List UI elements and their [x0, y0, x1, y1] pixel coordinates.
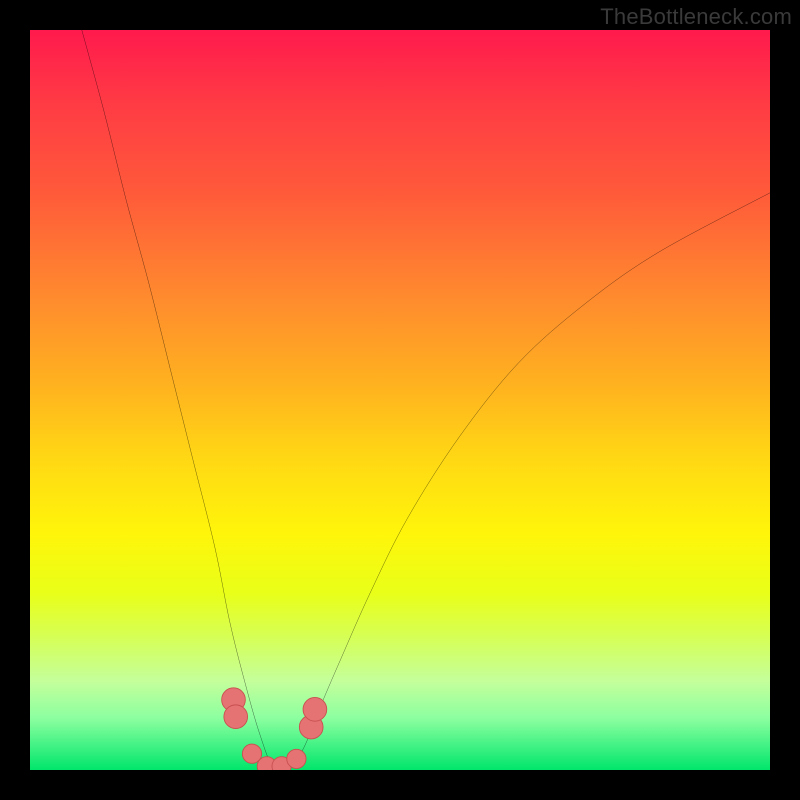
highlight-point — [224, 705, 248, 729]
highlighted-points-group — [222, 688, 327, 770]
chart-plot-area — [30, 30, 770, 770]
chart-frame: TheBottleneck.com — [0, 0, 800, 800]
curve-layer — [30, 30, 770, 770]
watermark-text: TheBottleneck.com — [600, 4, 792, 30]
highlight-point — [287, 749, 306, 768]
bottleneck-curve — [82, 30, 770, 770]
highlight-point — [303, 697, 327, 721]
